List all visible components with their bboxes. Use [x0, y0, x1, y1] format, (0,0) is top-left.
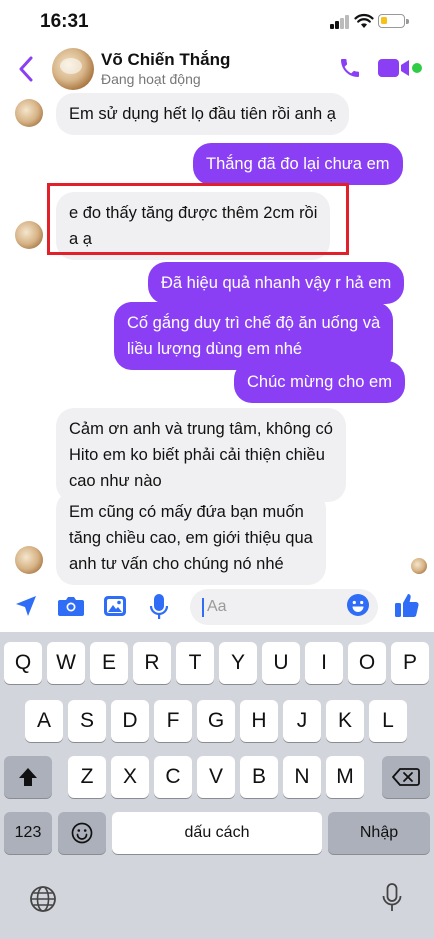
backspace-key[interactable]: [382, 756, 430, 798]
key-f[interactable]: F: [154, 700, 192, 742]
return-key[interactable]: Nhập: [328, 812, 430, 854]
message-outgoing[interactable]: Thắng đã đo lại chưa em: [193, 143, 403, 185]
thumbs-up-icon[interactable]: [394, 591, 420, 619]
key-a[interactable]: A: [25, 700, 63, 742]
location-arrow-icon[interactable]: [13, 593, 39, 619]
online-indicator: [412, 63, 422, 73]
message-composer: Aa: [0, 584, 434, 630]
dictation-microphone-icon[interactable]: [381, 883, 403, 913]
key-p[interactable]: P: [391, 642, 429, 684]
key-e[interactable]: E: [90, 642, 128, 684]
key-y[interactable]: Y: [219, 642, 257, 684]
contact-name[interactable]: Võ Chiến Thắng: [101, 50, 230, 70]
key-k[interactable]: K: [326, 700, 364, 742]
video-call-icon[interactable]: [378, 58, 410, 78]
key-w[interactable]: W: [47, 642, 85, 684]
contact-avatar[interactable]: [52, 48, 94, 90]
shift-key[interactable]: [4, 756, 52, 798]
message-text: Em sử dụng hết lọ đầu tiên rồi anh ạ: [69, 105, 336, 123]
message-text: Chúc mừng cho em: [247, 373, 392, 391]
back-icon[interactable]: [18, 56, 34, 82]
sender-avatar[interactable]: [15, 546, 43, 574]
message-text-line: Cố gắng duy trì chế độ ăn uống và: [127, 314, 381, 332]
message-text-line: liều lượng dùng em nhé: [127, 340, 303, 358]
battery-icon: [378, 14, 409, 28]
key-m[interactable]: M: [326, 756, 364, 798]
key-n[interactable]: N: [283, 756, 321, 798]
message-text: Đã hiệu quả nhanh vậy r hả em: [161, 274, 392, 292]
status-time: 16:31: [40, 11, 89, 32]
on-screen-keyboard: Q W E R T Y U I O P A S D F G H J K L Z …: [0, 632, 434, 939]
status-bar: 16:31: [0, 0, 434, 44]
wifi-icon: [354, 13, 374, 28]
key-h[interactable]: H: [240, 700, 278, 742]
message-input-placeholder: Aa: [207, 598, 227, 615]
key-o[interactable]: O: [348, 642, 386, 684]
cellular-signal-icon: [330, 15, 350, 29]
key-i[interactable]: I: [305, 642, 343, 684]
message-text-line: Hito em ko biết phải cải thiện chiều: [69, 446, 325, 464]
key-u[interactable]: U: [262, 642, 300, 684]
text-caret: [202, 598, 204, 617]
emoji-icon[interactable]: [346, 593, 370, 617]
highlight-box: [47, 183, 349, 255]
key-x[interactable]: X: [111, 756, 149, 798]
key-l[interactable]: L: [369, 700, 407, 742]
key-b[interactable]: B: [240, 756, 278, 798]
message-text-line: anh tư vấn cho chúng nó nhé: [69, 555, 284, 573]
microphone-icon[interactable]: [148, 593, 170, 621]
message-outgoing[interactable]: Đã hiệu quả nhanh vậy r hả em: [148, 262, 405, 304]
phone-call-icon[interactable]: [338, 56, 362, 80]
key-j[interactable]: J: [283, 700, 321, 742]
key-t[interactable]: T: [176, 642, 214, 684]
gallery-icon[interactable]: [102, 593, 128, 619]
message-incoming[interactable]: Em sử dụng hết lọ đầu tiên rồi anh ạ: [56, 93, 349, 135]
sender-avatar[interactable]: [15, 221, 43, 249]
key-q[interactable]: Q: [4, 642, 42, 684]
message-incoming[interactable]: Cảm ơn anh và trung tâm, không có Hito e…: [56, 408, 346, 502]
backspace-icon: [392, 768, 420, 786]
chat-header: Võ Chiến Thắng Đang hoạt động: [0, 44, 434, 94]
message-outgoing[interactable]: Cố gắng duy trì chế độ ăn uống và liều l…: [114, 302, 394, 370]
read-receipt-avatar: [411, 558, 427, 574]
key-r[interactable]: R: [133, 642, 171, 684]
key-z[interactable]: Z: [68, 756, 106, 798]
shift-icon: [19, 768, 37, 786]
message-text-line: tăng chiều cao, em giới thiệu qua: [69, 529, 313, 547]
emoji-key-icon: [71, 822, 93, 844]
key-c[interactable]: C: [154, 756, 192, 798]
key-s[interactable]: S: [68, 700, 106, 742]
active-status: Đang hoạt động: [101, 71, 201, 87]
message-text-line: Em cũng có mấy đứa bạn muốn: [69, 503, 304, 521]
message-outgoing[interactable]: Chúc mừng cho em: [234, 361, 405, 403]
message-incoming[interactable]: Em cũng có mấy đứa bạn muốn tăng chiều c…: [56, 491, 326, 585]
message-text-line: Cảm ơn anh và trung tâm, không có: [69, 420, 333, 438]
space-key[interactable]: dấu cách: [112, 812, 322, 854]
globe-icon[interactable]: [29, 885, 57, 913]
sender-avatar[interactable]: [15, 99, 43, 127]
emoji-key[interactable]: [58, 812, 106, 854]
message-text: Thắng đã đo lại chưa em: [206, 155, 390, 173]
numbers-key[interactable]: 123: [4, 812, 52, 854]
key-d[interactable]: D: [111, 700, 149, 742]
key-g[interactable]: G: [197, 700, 235, 742]
camera-icon[interactable]: [57, 593, 85, 619]
key-v[interactable]: V: [197, 756, 235, 798]
